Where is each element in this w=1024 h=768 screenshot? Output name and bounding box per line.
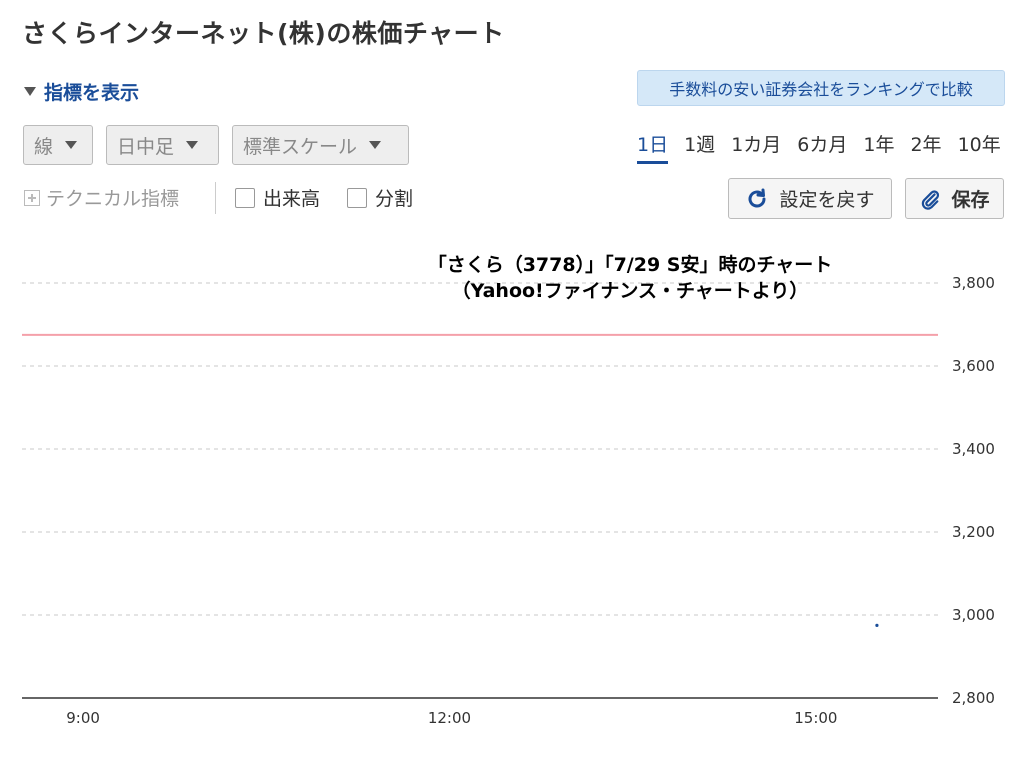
y-tick-label: 3,000: [952, 606, 995, 624]
caret-down-icon: [24, 87, 36, 96]
plus-box-icon: [24, 189, 40, 206]
y-tick-label: 3,200: [952, 523, 995, 541]
chart-type-label: 線: [34, 135, 54, 158]
annotation-line2: （Yahoo!ファイナンス・チャートより）: [451, 280, 809, 302]
y-tick-label: 3,800: [952, 274, 995, 292]
chevron-down-icon: [369, 141, 382, 149]
interval-label: 日中足: [117, 135, 175, 158]
volume-checkbox[interactable]: 出来高: [235, 184, 320, 211]
save-label: 保存: [951, 189, 990, 211]
annotation-line1: 「さくら（3778）」「7/29 S安」時のチャート: [427, 254, 833, 276]
tab-1month[interactable]: 1カ月: [731, 130, 789, 164]
tab-1week[interactable]: 1週: [684, 130, 723, 164]
tab-2year[interactable]: 2年: [910, 130, 949, 164]
promo-link[interactable]: 手数料の安い証券会社をランキングで比較: [637, 70, 1005, 106]
technical-indicator-button[interactable]: テクニカル指標: [24, 184, 179, 211]
price-point: [875, 623, 879, 627]
x-tick-label: 12:00: [428, 709, 471, 727]
period-tabs: 1日 1週 1カ月 6カ月 1年 2年 10年: [637, 130, 1017, 164]
chart-annotation: 「さくら（3778）」「7/29 S安」時のチャート （Yahoo!ファイナンス…: [390, 252, 870, 304]
price-chart: 3,800 3,600 3,400 3,200 3,000 2,800 9:00 12:00 1…: [22, 274, 995, 727]
split-label: 分割: [375, 188, 414, 210]
x-tick-label: 9:00: [66, 709, 100, 727]
indicator-toggle-label: 指標を表示: [44, 82, 140, 104]
chevron-down-icon: [65, 141, 78, 149]
y-tick-label: 2,800: [952, 689, 995, 707]
scale-label: 標準スケール: [243, 135, 358, 158]
y-tick-label: 3,600: [952, 357, 995, 375]
indicator-toggle[interactable]: 指標を表示: [24, 78, 139, 105]
paperclip-icon: [922, 189, 940, 210]
reset-settings-label: 設定を戻す: [779, 189, 875, 211]
save-button[interactable]: 保存: [905, 178, 1004, 219]
chart-type-dropdown[interactable]: 線: [23, 125, 93, 165]
divider: [215, 182, 216, 214]
checkbox-box[interactable]: [347, 187, 367, 208]
page-title: さくらインターネット(株)の株価チャート: [22, 19, 505, 48]
y-tick-label: 3,400: [952, 440, 995, 458]
volume-label: 出来高: [263, 188, 321, 210]
chevron-down-icon: [186, 141, 199, 149]
interval-dropdown[interactable]: 日中足: [106, 125, 219, 165]
refresh-icon: [749, 188, 766, 207]
reset-settings-button[interactable]: 設定を戻す: [728, 178, 892, 219]
tab-10year[interactable]: 10年: [958, 130, 1009, 164]
split-checkbox[interactable]: 分割: [347, 184, 413, 211]
checkbox-box[interactable]: [235, 187, 255, 208]
technical-indicator-label: テクニカル指標: [46, 188, 180, 210]
tab-1day[interactable]: 1日: [637, 130, 669, 164]
tab-1year[interactable]: 1年: [863, 130, 902, 164]
scale-dropdown[interactable]: 標準スケール: [232, 125, 409, 165]
tab-6month[interactable]: 6カ月: [797, 130, 855, 164]
x-tick-label: 15:00: [794, 709, 837, 727]
